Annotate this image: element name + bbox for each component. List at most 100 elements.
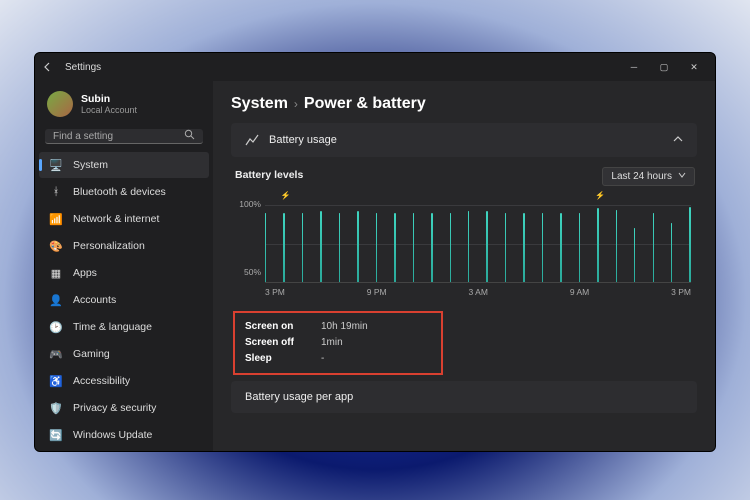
back-icon[interactable] (41, 60, 55, 74)
sidebar-item-label: Apps (73, 267, 97, 279)
sidebar-item-label: Accounts (73, 294, 116, 306)
chart-bar (634, 228, 635, 282)
window-controls: ─ ▢ ✕ (619, 53, 709, 81)
chart-bar (283, 213, 284, 282)
titlebar: Settings ─ ▢ ✕ (35, 53, 715, 81)
sidebar-item-personalization[interactable]: 🎨 Personalization (39, 233, 209, 259)
close-button[interactable]: ✕ (679, 53, 709, 81)
chart-bar (542, 213, 543, 282)
sidebar-item-label: System (73, 159, 108, 171)
stat-value: 10h 19min (321, 319, 368, 335)
chart-bar (597, 208, 598, 282)
content: Subin Local Account Find a setting 🖥️ Sys… (35, 81, 715, 451)
sidebar: Subin Local Account Find a setting 🖥️ Sys… (35, 81, 213, 451)
stat-key: Screen on (245, 319, 303, 335)
sidebar-item-gaming[interactable]: 🎮 Gaming (39, 341, 209, 367)
chart-bar (265, 213, 266, 282)
ylabel-50: 50% (233, 267, 261, 277)
wifi-icon: 📶 (49, 212, 63, 226)
time-range-label: Last 24 hours (611, 171, 672, 182)
breadcrumb-root[interactable]: System (231, 95, 288, 113)
settings-window: Settings ─ ▢ ✕ Subin Local Account Find … (34, 52, 716, 452)
time-range-dropdown[interactable]: Last 24 hours (602, 167, 695, 186)
chart-bar (339, 213, 340, 282)
battery-chart: 100% 50% ⚡⚡ 3 PM 9 PM 3 AM 9 AM 3 PM (233, 193, 695, 303)
search-placeholder: Find a setting (53, 131, 113, 142)
gamepad-icon: 🎮 (49, 347, 63, 361)
sidebar-item-time-language[interactable]: 🕑 Time & language (39, 314, 209, 340)
per-app-title: Battery usage per app (245, 391, 353, 403)
sidebar-item-privacy-security[interactable]: 🛡️Privacy & security (39, 395, 209, 421)
nav-list: 🖥️ System ᚼ Bluetooth & devices 📶 Network & i… (39, 152, 209, 448)
apps-icon: ▦ (49, 266, 63, 280)
charging-icon: ⚡ (595, 191, 605, 200)
chart-bar (689, 207, 690, 282)
paint-icon: 🎨 (49, 239, 63, 253)
sidebar-item-windows-update[interactable]: 🔄 Windows Update (39, 422, 209, 448)
bluetooth-icon: ᚼ (49, 185, 63, 199)
user-name: Subin (81, 93, 137, 105)
user-block[interactable]: Subin Local Account (39, 85, 209, 127)
minimize-button[interactable]: ─ (619, 53, 649, 81)
sidebar-item-label: Gaming (73, 348, 110, 360)
stat-value: - (321, 351, 324, 367)
chart-bar (357, 211, 358, 282)
monitor-icon: 🖥️ (49, 158, 63, 172)
sidebar-item-label: Accessibility (73, 375, 130, 387)
chart-bar (394, 213, 395, 282)
sidebar-item-accounts[interactable]: 👤 Accounts (39, 287, 209, 313)
chart-bar (376, 213, 377, 282)
chart-bar (320, 211, 321, 282)
clock-icon: 🕑 (49, 320, 63, 334)
sidebar-item-label: Network & internet (73, 213, 159, 225)
stat-key: Sleep (245, 351, 303, 367)
chart-bar (302, 213, 303, 282)
search-input[interactable]: Find a setting (45, 129, 203, 144)
sidebar-item-network-internet[interactable]: 📶 Network & internet (39, 206, 209, 232)
chart-icon (245, 133, 259, 147)
battery-usage-panel[interactable]: Battery usage (231, 123, 697, 157)
breadcrumb: System › Power & battery (231, 95, 697, 113)
ylabel-100: 100% (233, 199, 261, 209)
accessibility-icon: ♿ (49, 374, 63, 388)
sidebar-item-label: Personalization (73, 240, 145, 252)
chart-bar (653, 213, 654, 282)
chevron-up-icon (673, 134, 683, 147)
battery-levels-title: Battery levels (235, 169, 303, 181)
maximize-button[interactable]: ▢ (649, 53, 679, 81)
chart-bar (579, 213, 580, 282)
per-app-panel[interactable]: Battery usage per app (231, 381, 697, 413)
sidebar-item-label: Bluetooth & devices (73, 186, 166, 198)
chevron-right-icon: › (294, 97, 298, 111)
page-title: Power & battery (304, 95, 426, 113)
shield-icon: 🛡️ (49, 401, 63, 415)
screen-stats: Screen on10h 19min Screen off1min Sleep- (233, 311, 443, 375)
person-icon: 👤 (49, 293, 63, 307)
sidebar-item-system[interactable]: 🖥️ System (39, 152, 209, 178)
sidebar-item-accessibility[interactable]: ♿ Accessibility (39, 368, 209, 394)
sidebar-item-apps[interactable]: ▦ Apps (39, 260, 209, 286)
chart-bar (413, 213, 414, 282)
user-account-type: Local Account (81, 105, 137, 115)
sidebar-item-label: Time & language (73, 321, 152, 333)
chart-bar (560, 213, 561, 282)
chevron-down-icon (678, 171, 686, 182)
chart-bar (523, 213, 524, 282)
chart-bar (505, 213, 506, 282)
charging-icon: ⚡ (281, 191, 291, 200)
chart-bar (450, 213, 451, 282)
sidebar-item-label: Windows Update (73, 429, 152, 441)
xlabel: 3 PM (265, 287, 285, 297)
search-icon (184, 129, 195, 143)
main: System › Power & battery Battery usage B… (213, 81, 715, 451)
chart-bar (616, 210, 617, 282)
chart-bar (486, 211, 487, 282)
xlabel: 3 AM (469, 287, 488, 297)
battery-usage-title: Battery usage (269, 134, 337, 146)
chart-bar (431, 213, 432, 282)
app-title: Settings (65, 62, 101, 73)
sidebar-item-bluetooth-devices[interactable]: ᚼ Bluetooth & devices (39, 179, 209, 205)
chart-bar (671, 223, 672, 282)
avatar (47, 91, 73, 117)
update-icon: 🔄 (49, 428, 63, 442)
